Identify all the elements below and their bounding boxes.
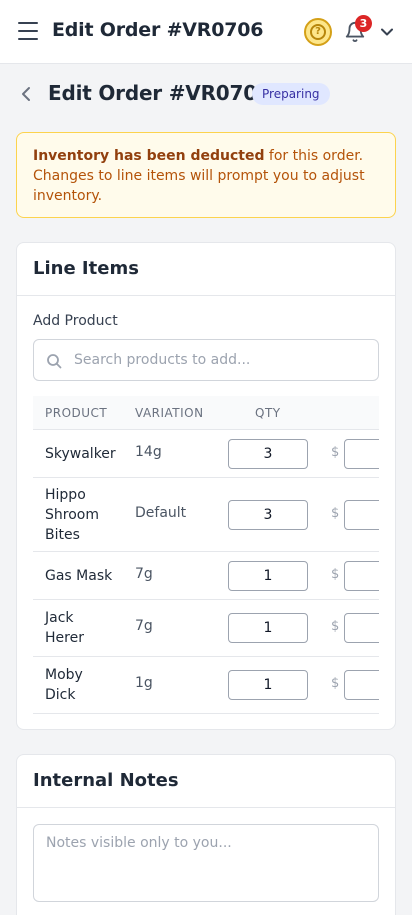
qty-input[interactable]: 3: [228, 500, 308, 530]
product-name: Skywalker: [45, 446, 116, 462]
help-icon[interactable]: ?: [304, 18, 332, 46]
line-items-table: PRODUCT VARIATION QTY Skywalker 14g 3 $ …: [33, 396, 379, 714]
price-input[interactable]: [344, 439, 379, 469]
internal-notes-card: Internal Notes: [16, 754, 396, 915]
qty-input[interactable]: 1: [228, 670, 308, 700]
internal-notes-heading: Internal Notes: [17, 755, 395, 808]
column-header-product: PRODUCT: [45, 406, 108, 420]
product-name: Jack Herer: [45, 610, 84, 646]
menu-icon[interactable]: [18, 22, 38, 40]
price-input[interactable]: [344, 561, 379, 591]
price-input[interactable]: [344, 500, 379, 530]
qty-input[interactable]: 1: [228, 561, 308, 591]
qty-input[interactable]: 3: [228, 439, 308, 469]
page-title: Edit Order #VR0706: [48, 81, 271, 105]
variation: 14g: [135, 444, 162, 460]
product-name: Moby Dick: [45, 667, 83, 703]
internal-notes-textarea[interactable]: [33, 824, 379, 902]
top-bar: Edit Order #VR0706 ? 3: [0, 0, 412, 64]
product-search-box[interactable]: [33, 339, 379, 381]
variation: 7g: [135, 566, 153, 582]
qty-input[interactable]: 1: [228, 613, 308, 643]
product-name: Gas Mask: [45, 568, 113, 584]
price-input[interactable]: [344, 670, 379, 700]
currency-symbol: $: [331, 676, 340, 691]
variation: Default: [135, 505, 187, 521]
help-glyph: ?: [310, 24, 326, 40]
column-header-variation: VARIATION: [135, 406, 204, 420]
alert-bold-text: Inventory has been deducted: [33, 148, 265, 164]
table-row: Hippo Shroom Bites Default 3 $: [33, 478, 379, 552]
product-search-input[interactable]: [74, 340, 364, 380]
column-header-qty: QTY: [255, 406, 281, 420]
currency-symbol: $: [331, 445, 340, 460]
currency-symbol: $: [331, 506, 340, 521]
currency-symbol: $: [331, 619, 340, 634]
line-items-heading: Line Items: [17, 243, 395, 296]
product-name: Hippo Shroom Bites: [45, 487, 99, 543]
table-header: PRODUCT VARIATION QTY: [33, 396, 379, 430]
inventory-alert: Inventory has been deducted for this ord…: [16, 132, 396, 218]
table-row: Moby Dick 1g 1 $: [33, 657, 379, 713]
add-product-label: Add Product: [33, 313, 118, 329]
line-items-card: Line Items Add Product PRODUCT VARIATION…: [16, 242, 396, 730]
chevron-down-icon[interactable]: [380, 25, 394, 39]
status-badge: Preparing: [252, 83, 330, 105]
price-input[interactable]: [344, 613, 379, 643]
app-title: Edit Order #VR0706: [52, 19, 264, 41]
back-chevron-icon[interactable]: [18, 85, 34, 103]
variation: 1g: [135, 675, 153, 691]
currency-symbol: $: [331, 567, 340, 582]
search-icon: [47, 354, 62, 369]
variation: 7g: [135, 618, 153, 634]
table-row: Skywalker 14g 3 $: [33, 430, 379, 478]
table-row: Gas Mask 7g 1 $: [33, 552, 379, 600]
table-row: Jack Herer 7g 1 $: [33, 600, 379, 657]
notification-badge: 3: [355, 15, 372, 32]
